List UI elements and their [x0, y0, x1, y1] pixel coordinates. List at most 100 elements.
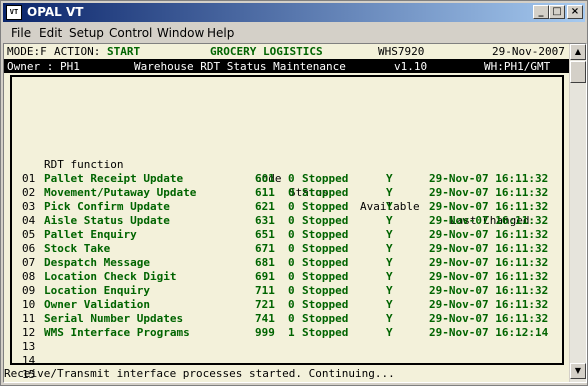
row-number: 10 [22, 298, 36, 311]
row-function: Location Enquiry [44, 284, 150, 297]
row-code: 621 [255, 200, 275, 213]
row-code: 999 [255, 326, 275, 339]
row-last-changed: 29-Nov-07 16:12:14 [429, 326, 549, 339]
row-last-changed: 29-Nov-07 16:11:32 [429, 172, 549, 185]
scroll-thumb[interactable] [570, 61, 586, 83]
action-value: START [107, 45, 141, 58]
row-number: 07 [22, 256, 36, 269]
version-label: v1.10 [394, 60, 428, 73]
vertical-scrollbar[interactable]: ▲ ▼ [569, 44, 586, 382]
header-line-1: MODE:F ACTION: START GROCERY LOGISTICS W… [4, 44, 570, 58]
menu-edit[interactable]: Edit [39, 26, 62, 40]
row-last-changed: 29-Nov-07 16:11:32 [429, 284, 549, 297]
row-function: Aisle Status Update [44, 214, 170, 227]
row-flag: 0 [288, 256, 295, 269]
row-flag: 1 [288, 326, 295, 339]
row-function: Serial Number Updates [44, 312, 184, 325]
owner-label: Owner : PH1 [7, 60, 80, 73]
row-status: Stopped [302, 326, 349, 339]
app-window: VT OPAL VT _ □ × File Edit Setup Control… [0, 0, 588, 386]
row-function: Movement/Putaway Update [44, 186, 197, 199]
row-status: Stopped [302, 186, 349, 199]
row-function: Pallet Receipt Update [44, 172, 184, 185]
scroll-down-button[interactable]: ▼ [570, 363, 586, 379]
row-function: Pallet Enquiry [44, 228, 137, 241]
row-flag: 0 [288, 200, 295, 213]
row-status: Stopped [302, 256, 349, 269]
row-last-changed: 29-Nov-07 16:11:32 [429, 312, 549, 325]
row-available: Y [386, 284, 393, 297]
col-rdt-function: RDT function [44, 158, 124, 171]
close-button[interactable]: × [567, 5, 583, 19]
window-title: OPAL VT [27, 5, 84, 19]
row-available: Y [386, 312, 393, 325]
row-available: Y [386, 270, 393, 283]
row-flag: 0 [288, 284, 295, 297]
row-available: Y [386, 186, 393, 199]
row-last-changed: 29-Nov-07 16:11:32 [429, 270, 549, 283]
row-available: Y [386, 228, 393, 241]
row-code: 601 [255, 172, 275, 185]
terminal-frame: MODE:F ACTION: START GROCERY LOGISTICS W… [3, 43, 587, 383]
row-number: 14 [22, 354, 36, 367]
header-line-2: Owner : PH1 Warehouse RDT Status Mainten… [4, 59, 570, 73]
vt-app-icon[interactable]: VT [6, 5, 22, 20]
row-available: Y [386, 256, 393, 269]
row-flag: 0 [288, 270, 295, 283]
row-last-changed: 29-Nov-07 16:11:32 [429, 186, 549, 199]
row-number: 11 [22, 312, 36, 325]
row-available: Y [386, 200, 393, 213]
row-function: Despatch Message [44, 256, 150, 269]
host-name: WHS7920 [378, 45, 425, 58]
row-last-changed: 29-Nov-07 16:11:32 [429, 242, 549, 255]
row-number: 01 [22, 172, 36, 185]
row-available: Y [386, 172, 393, 185]
mode-label: MODE:F [7, 45, 47, 58]
row-flag: 0 [288, 228, 295, 241]
row-number: 04 [22, 214, 36, 227]
menu-help[interactable]: Help [207, 26, 234, 40]
scroll-up-button[interactable]: ▲ [570, 44, 586, 60]
row-available: Y [386, 242, 393, 255]
row-number: 05 [22, 228, 36, 241]
maximize-button[interactable]: □ [549, 5, 565, 19]
app-title: GROCERY LOGISTICS [210, 45, 323, 58]
row-available: Y [386, 298, 393, 311]
menu-window[interactable]: Window [157, 26, 204, 40]
row-number: 02 [22, 186, 36, 199]
row-last-changed: 29-Nov-07 16:11:32 [429, 200, 549, 213]
row-function: Stock Take [44, 242, 111, 255]
row-code: 711 [255, 284, 275, 297]
row-code: 691 [255, 270, 275, 283]
rdt-status-panel: RDT function Code Status Available Last … [10, 75, 564, 381]
menu-control[interactable]: Control [109, 26, 152, 40]
row-status: Stopped [302, 228, 349, 241]
row-number: 12 [22, 326, 36, 339]
terminal-screen[interactable]: MODE:F ACTION: START GROCERY LOGISTICS W… [4, 44, 570, 382]
menu-bar: File Edit Setup Control Window Help [3, 23, 585, 43]
row-last-changed: 29-Nov-07 16:11:32 [429, 228, 549, 241]
row-code: 651 [255, 228, 275, 241]
row-available: Y [386, 214, 393, 227]
row-code: 611 [255, 186, 275, 199]
row-status: Stopped [302, 298, 349, 311]
row-code: 681 [255, 256, 275, 269]
row-code: 671 [255, 242, 275, 255]
row-number: 03 [22, 200, 36, 213]
row-flag: 0 [288, 186, 295, 199]
row-code: 631 [255, 214, 275, 227]
menu-setup[interactable]: Setup [69, 26, 104, 40]
row-last-changed: 29-Nov-07 16:11:32 [429, 214, 549, 227]
row-number: 06 [22, 242, 36, 255]
menu-file[interactable]: File [11, 26, 31, 40]
row-status: Stopped [302, 270, 349, 283]
row-status: Stopped [302, 284, 349, 297]
row-function: WMS Interface Programs [44, 326, 190, 339]
screen-title: Warehouse RDT Status Maintenance [134, 60, 346, 73]
row-status: Stopped [302, 242, 349, 255]
action-label: ACTION: [54, 45, 101, 58]
row-number: 13 [22, 340, 36, 353]
minimize-button[interactable]: _ [533, 5, 549, 19]
title-bar[interactable]: VT OPAL VT _ □ × [3, 3, 585, 22]
row-last-changed: 29-Nov-07 16:11:32 [429, 256, 549, 269]
